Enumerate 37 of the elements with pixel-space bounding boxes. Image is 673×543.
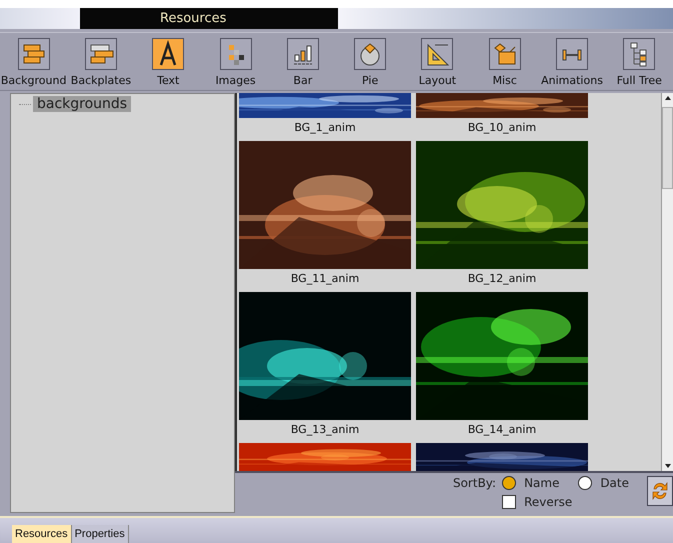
pie-icon [354, 38, 386, 70]
scrollbar[interactable] [661, 93, 673, 472]
refresh-icon[interactable] [647, 476, 673, 506]
toolbar-button[interactable]: Animations [538, 32, 606, 90]
bar-chart-icon [286, 38, 319, 70]
squares-icon [220, 38, 252, 70]
toolbar-button[interactable]: Layout [404, 32, 472, 90]
set-square-icon [421, 38, 454, 70]
scroll-thumb[interactable] [662, 107, 673, 190]
tree-icon [623, 38, 656, 70]
tab[interactable]: Properties [72, 525, 129, 543]
toolbar-button[interactable]: Images [202, 32, 270, 90]
letter-icon [152, 38, 184, 70]
toolbar-button[interactable]: Full Tree [606, 32, 673, 90]
toolbar-button[interactable]: Backplates [67, 32, 135, 90]
radio-option[interactable]: Date [578, 476, 629, 490]
layers-icon [84, 38, 117, 70]
box-icon [488, 38, 521, 70]
radio-option[interactable]: Name [502, 476, 572, 490]
sort-label: SortBy: [452, 476, 496, 490]
toolbar-button[interactable]: Text [134, 32, 202, 90]
dumbbell-icon [556, 38, 588, 70]
thumbnail-label[interactable]: BG_12_anim [468, 269, 536, 292]
thumbnail-label[interactable]: BG_10_anim [468, 118, 536, 142]
tree-item[interactable]: backgrounds [33, 96, 132, 112]
thumbnail-label[interactable]: BG_1_anim [294, 118, 356, 142]
thumbnail-label[interactable]: BG_14_anim [468, 420, 536, 444]
toolbar-button[interactable]: Bar [269, 32, 336, 90]
thumbnail-label[interactable]: BG_11_anim [290, 269, 360, 292]
window-title: Resources [80, 8, 338, 29]
thumbnail-label[interactable]: BG_13_anim [290, 420, 360, 444]
toolbar-button[interactable]: Background [0, 32, 68, 90]
tab[interactable]: Resources [12, 525, 72, 543]
reverse-checkbox[interactable]: Reverse [502, 495, 572, 510]
layers-icon [18, 38, 50, 70]
toolbar-button[interactable]: Misc [471, 32, 538, 90]
toolbar-button[interactable]: Pie [336, 32, 404, 90]
